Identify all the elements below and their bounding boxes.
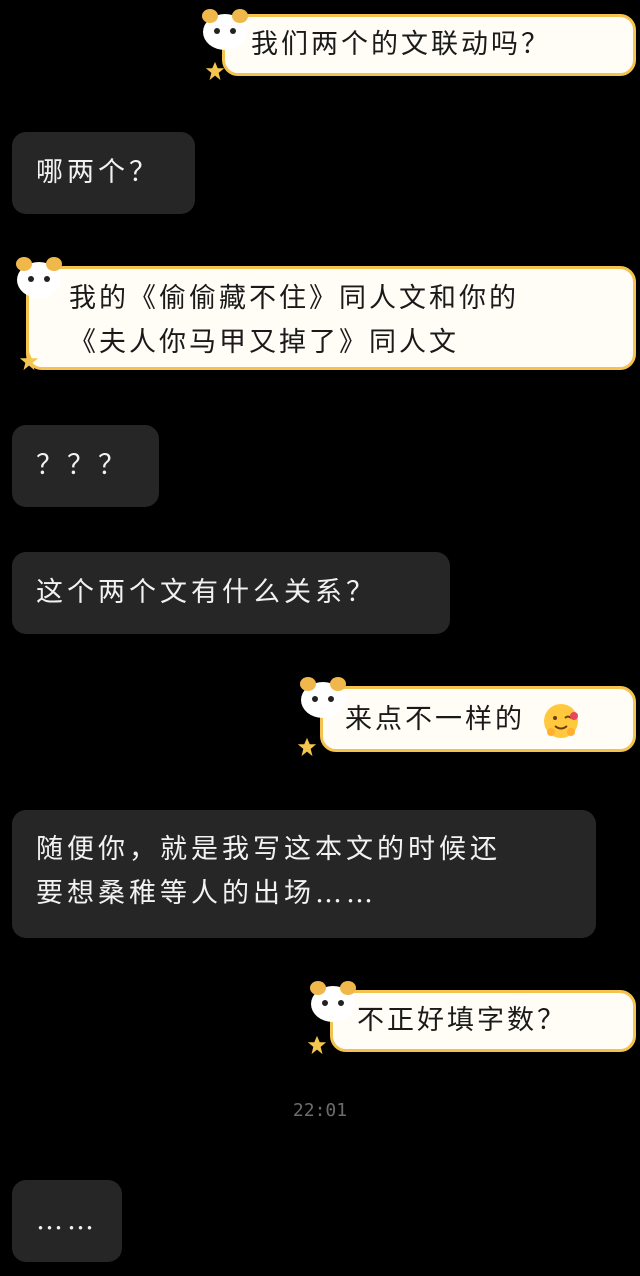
sent-message[interactable]: 来点不一样的 — [320, 686, 636, 752]
star-icon — [297, 737, 317, 757]
message-text: 哪两个？ — [36, 157, 160, 188]
sent-message[interactable]: 不正好填字数？ — [330, 990, 636, 1052]
message-text: ？？？ — [36, 450, 129, 481]
received-message[interactable]: ？？？ — [12, 425, 159, 507]
message-text: …… — [36, 1205, 98, 1236]
sent-message[interactable]: 我的《偷偷藏不住》同人文和你的 《夫人你马甲又掉了》同人文 — [26, 266, 636, 370]
message-text: 来点不一样的 — [345, 704, 525, 735]
star-icon — [205, 61, 225, 81]
panda-icon — [16, 257, 62, 298]
star-icon — [19, 351, 39, 371]
panda-icon — [310, 981, 356, 1022]
message-text: 我们两个的文联动吗？ — [251, 29, 551, 60]
chat-thread[interactable]: 我们两个的文联动吗？ 哪两个？ 我的《偷偷藏不住》同人文和你的 《夫人你马甲又掉… — [0, 0, 640, 1276]
sent-message[interactable]: 我们两个的文联动吗？ — [222, 14, 636, 76]
panda-icon — [202, 9, 248, 50]
message-timestamp: 22:01 — [292, 1100, 348, 1121]
received-message[interactable]: 这个两个文有什么关系？ — [12, 552, 450, 634]
message-line: 《夫人你马甲又掉了》同人文 — [69, 327, 459, 358]
message-text: 这个两个文有什么关系？ — [36, 577, 377, 608]
received-message[interactable]: …… — [12, 1180, 122, 1262]
panda-icon — [300, 677, 346, 718]
message-line: 要想桑稚等人的出场…… — [36, 878, 377, 909]
message-line: 随便你，就是我写这本文的时候还 — [36, 834, 501, 865]
message-text: 不正好填字数？ — [357, 1005, 567, 1036]
star-icon — [307, 1035, 327, 1055]
received-message[interactable]: 哪两个？ — [12, 132, 195, 214]
received-message[interactable]: 随便你，就是我写这本文的时候还 要想桑稚等人的出场…… — [12, 810, 596, 938]
message-line: 我的《偷偷藏不住》同人文和你的 — [69, 283, 519, 314]
hugging-face-emoji-icon — [543, 703, 578, 738]
